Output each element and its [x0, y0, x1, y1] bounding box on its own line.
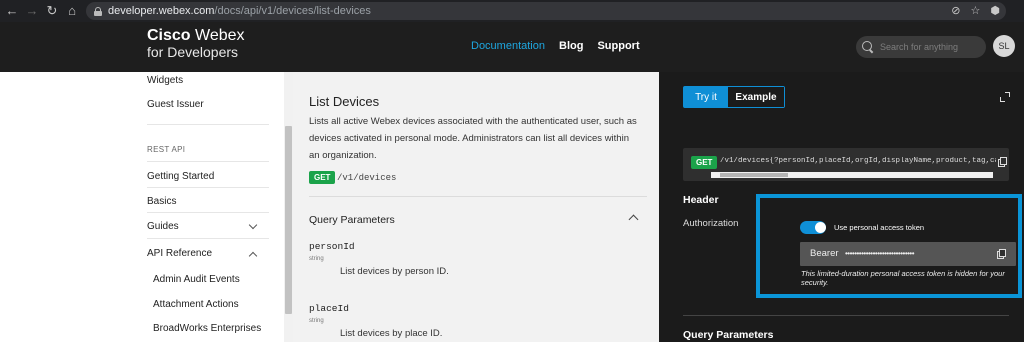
- sidebar-divider: [147, 238, 269, 239]
- sidebar-item-widgets[interactable]: Widgets: [147, 75, 183, 86]
- tab-example[interactable]: Example: [728, 87, 784, 107]
- top-nav: Documentation Blog Support: [471, 40, 640, 52]
- eye-off-icon[interactable]: ⊘: [951, 4, 960, 17]
- browser-toolbar: ← → ↻ ⌂ developer.webex.com/docs/api/v1/…: [0, 0, 1024, 22]
- page-description: Lists all active Webex devices associate…: [309, 116, 637, 161]
- home-icon[interactable]: ⌂: [64, 3, 80, 19]
- search-placeholder: Search for anything: [880, 42, 959, 52]
- copy-icon[interactable]: [998, 157, 1007, 167]
- page-title: List Devices: [309, 94, 380, 109]
- extension-icon[interactable]: ⬢: [990, 4, 1000, 17]
- search-icon: [862, 41, 874, 53]
- sidebar: [0, 72, 284, 342]
- get-method-badge: GET: [309, 171, 336, 184]
- url-host: developer.webex.com: [108, 5, 215, 17]
- url-path: /docs/api/v1/devices/list-devices: [214, 5, 371, 17]
- back-icon[interactable]: ←: [4, 3, 20, 19]
- logo-strong: Cisco: [147, 27, 191, 44]
- token-masked-value: ••••••••••••••••••••••••••••••: [845, 249, 915, 258]
- sidebar-item-guides[interactable]: Guides: [147, 221, 179, 232]
- header-section-title: Header: [683, 194, 719, 206]
- token-prefix: Bearer: [810, 248, 839, 259]
- avatar[interactable]: SL: [993, 35, 1015, 57]
- param-description: List devices by person ID.: [340, 266, 449, 277]
- logo-rest: Webex: [190, 27, 245, 44]
- expand-icon[interactable]: [1000, 92, 1010, 102]
- sidebar-section-rest-api: REST API: [147, 145, 186, 154]
- sidebar-subitem-admin-audit-events[interactable]: Admin Audit Events: [153, 274, 240, 285]
- sidebar-divider: [147, 212, 269, 213]
- content-divider: [309, 196, 647, 197]
- nav-support[interactable]: Support: [597, 40, 639, 52]
- param-type: string: [309, 256, 324, 262]
- sidebar-item-basics[interactable]: Basics: [147, 196, 176, 207]
- sidebar-divider: [147, 161, 269, 162]
- param-type: string: [309, 318, 324, 324]
- lock-icon: [94, 6, 102, 16]
- site-header: Cisco Webex for Developers Documentation…: [0, 22, 1024, 72]
- toggle-knob: [815, 222, 826, 233]
- cisco-webex-logo[interactable]: Cisco Webex for Developers: [147, 27, 245, 61]
- nav-blog[interactable]: Blog: [559, 40, 583, 52]
- sidebar-subitem-broadworks-enterprises[interactable]: BroadWorks Enterprises: [153, 323, 261, 334]
- sidebar-item-getting-started[interactable]: Getting Started: [147, 171, 214, 182]
- query-parameters-heading: Query Parameters: [683, 329, 774, 341]
- token-note: This limited-duration personal access to…: [801, 269, 1005, 287]
- param-description: List devices by place ID.: [340, 328, 443, 339]
- sidebar-item-api-reference[interactable]: API Reference: [147, 248, 212, 259]
- panel-divider: [683, 315, 1009, 316]
- reload-icon[interactable]: ↻: [44, 3, 60, 19]
- code-scrollbar-thumb[interactable]: [720, 173, 788, 177]
- sidebar-divider: [147, 187, 269, 188]
- authorization-label: Authorization: [683, 218, 739, 229]
- nav-documentation[interactable]: Documentation: [471, 40, 545, 52]
- logo-subtitle: for Developers: [147, 44, 239, 60]
- star-icon[interactable]: ☆: [971, 4, 981, 17]
- toggle-label: Use personal access token: [834, 223, 925, 232]
- forward-icon[interactable]: →: [24, 3, 40, 19]
- sidebar-scrollbar-thumb[interactable]: [285, 126, 292, 314]
- request-url: /v1/devices{?personId,placeId,orgId,disp…: [720, 157, 996, 165]
- sidebar-divider: [147, 124, 269, 125]
- tab-try-it[interactable]: Try it: [684, 87, 728, 107]
- sidebar-item-guest-issuer[interactable]: Guest Issuer: [147, 99, 204, 110]
- copy-icon[interactable]: [997, 249, 1006, 259]
- param-name: personId: [309, 241, 355, 252]
- try-it-tabs: Try it Example: [683, 86, 785, 108]
- address-bar[interactable]: developer.webex.com/docs/api/v1/devices/…: [86, 2, 1006, 20]
- endpoint-path: /v1/devices: [337, 173, 397, 183]
- query-parameters-heading[interactable]: Query Parameters: [309, 214, 395, 226]
- get-method-badge: GET: [691, 156, 718, 169]
- search-input[interactable]: Search for anything: [856, 36, 986, 58]
- param-name: placeId: [309, 303, 349, 314]
- sidebar-subitem-attachment-actions[interactable]: Attachment Actions: [153, 299, 239, 310]
